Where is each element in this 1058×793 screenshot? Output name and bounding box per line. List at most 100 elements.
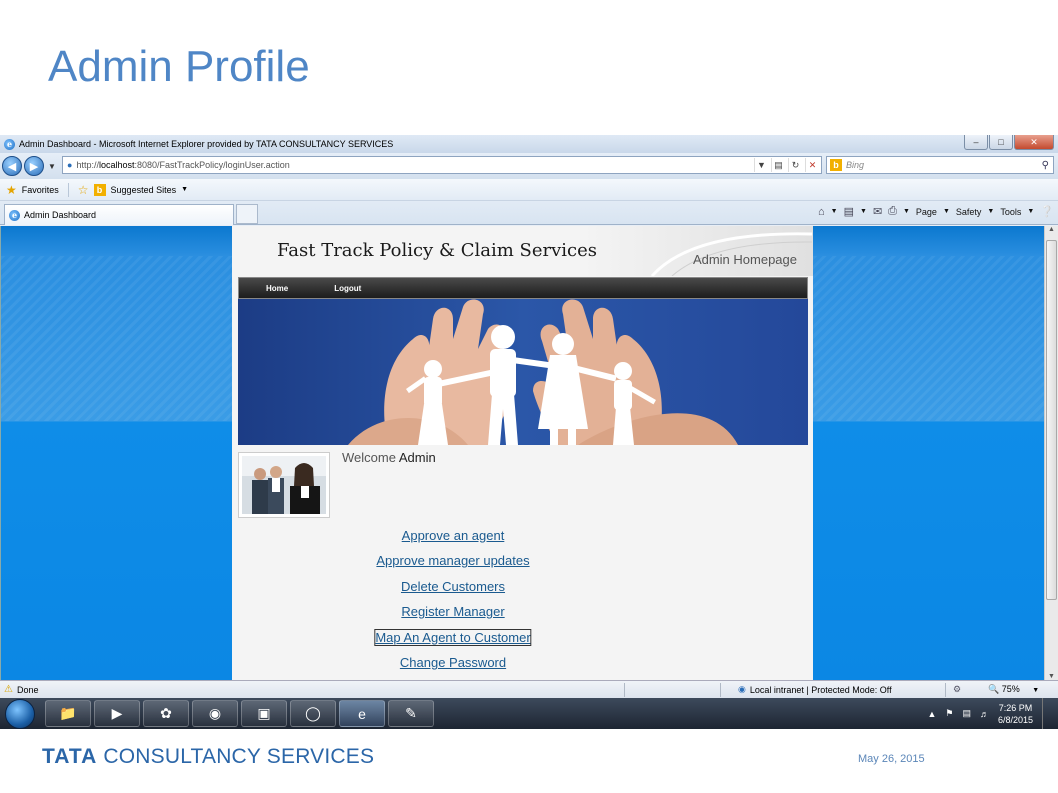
feeds-icon[interactable]: ▤: [844, 205, 854, 218]
admin-avatar: [238, 452, 330, 518]
slide-title: Admin Profile: [48, 42, 310, 91]
security-zone-label: Local intranet | Protected Mode: Off: [749, 684, 892, 695]
header-swoosh: [650, 232, 812, 276]
chevron-down-icon[interactable]: ▼: [181, 186, 188, 193]
chevron-down-icon[interactable]: ▼: [1032, 687, 1039, 694]
clock-time: 7:26 PM: [998, 702, 1033, 713]
page-icon: ●: [67, 160, 73, 170]
page-subtitle: Admin Homepage: [692, 252, 797, 267]
tab-favicon-icon: e: [9, 209, 20, 221]
slide-date: May 26, 2015: [858, 753, 925, 765]
remote-desktop-icon[interactable]: ▣: [241, 700, 287, 727]
chevron-down-icon[interactable]: ▼: [860, 208, 867, 215]
zoom-control[interactable]: 🔍 75% ▼: [988, 684, 1039, 695]
site-brand: Fast Track Policy & Claim Services: [277, 240, 597, 261]
safety-menu[interactable]: Safety: [956, 207, 982, 217]
browser-screenshot: e Admin Dashboard - Microsoft Internet E…: [0, 135, 1058, 729]
tab-label: Admin Dashboard: [24, 210, 97, 220]
divider: [945, 683, 946, 697]
eclipse-icon[interactable]: ◯: [290, 700, 336, 727]
mail-icon[interactable]: ✉: [873, 205, 882, 218]
intranet-icon: ◉: [738, 684, 746, 694]
clock[interactable]: 7:26 PM 6/8/2015: [998, 702, 1033, 726]
compatibility-view-icon[interactable]: ▤: [771, 158, 785, 172]
network-icon[interactable]: ▤: [962, 708, 971, 719]
welcome-prefix: Welcome: [342, 450, 396, 465]
approve-agent-link[interactable]: Approve an agent: [402, 528, 505, 543]
footer-brand-bold: TATA: [42, 745, 98, 768]
welcome-user: Admin: [398, 450, 436, 465]
divider: [67, 182, 69, 197]
address-dropdown-icon[interactable]: ▼: [754, 158, 768, 172]
back-button[interactable]: ◀: [2, 156, 22, 176]
search-placeholder: Bing: [846, 160, 865, 170]
delete-customers-link[interactable]: Delete Customers: [401, 579, 505, 594]
paint-icon[interactable]: ✿: [143, 700, 189, 727]
tab-strip: e Admin Dashboard ⌂ ▼ ▤ ▼ ✉ ⎙ ▼ Page ▼ S…: [0, 201, 1058, 225]
chrome-icon[interactable]: ◉: [192, 700, 238, 727]
refresh-icon[interactable]: ↻: [788, 158, 802, 172]
window-title: Admin Dashboard - Microsoft Internet Exp…: [19, 139, 394, 149]
status-text: Done: [16, 684, 39, 695]
page-menu[interactable]: Page: [916, 207, 937, 217]
zoom-icon: 🔍: [988, 684, 1000, 694]
chevron-down-icon[interactable]: ▼: [943, 208, 950, 215]
internet-explorer-taskbar-icon[interactable]: e: [339, 700, 385, 727]
start-button[interactable]: [5, 698, 35, 729]
minimize-button[interactable]: –: [964, 135, 988, 150]
add-favorite-icon[interactable]: ☆: [78, 183, 89, 197]
web-page: Fast Track Policy & Claim Services Admin…: [232, 226, 813, 680]
command-bar: ⌂ ▼ ▤ ▼ ✉ ⎙ ▼ Page ▼ Safety ▼ Tools ▼ ❔: [818, 205, 1054, 218]
vertical-scrollbar[interactable]: ▲ ▼: [1044, 226, 1058, 680]
explorer-icon[interactable]: 📁: [45, 700, 91, 727]
tools-menu[interactable]: Tools: [1000, 207, 1021, 217]
suggested-sites-link[interactable]: Suggested Sites: [111, 185, 177, 195]
page-header: Fast Track Policy & Claim Services Admin…: [232, 226, 813, 276]
map-agent-to-customer-link[interactable]: Map An Agent to Customer: [374, 629, 532, 646]
address-bar[interactable]: ● http://localhost:8080/FastTrackPolicy/…: [62, 156, 822, 174]
tray-expand-icon[interactable]: ▲: [927, 709, 936, 719]
action-center-flag-icon[interactable]: ⚑: [945, 708, 953, 719]
history-dropdown-icon[interactable]: ▼: [48, 162, 56, 171]
tool-icon[interactable]: ✎: [388, 700, 434, 727]
scroll-down-icon[interactable]: ▼: [1045, 673, 1058, 680]
register-manager-link[interactable]: Register Manager: [401, 604, 504, 619]
approve-manager-updates-link[interactable]: Approve manager updates: [376, 553, 529, 568]
security-zone[interactable]: ◉ Local intranet | Protected Mode: Off: [738, 684, 892, 695]
stop-icon[interactable]: ✕: [805, 158, 819, 172]
chevron-down-icon[interactable]: ▼: [987, 208, 994, 215]
chevron-down-icon[interactable]: ▼: [831, 208, 838, 215]
divider: [720, 683, 721, 697]
address-toolbar: ◀ ▶ ▼ ● http://localhost:8080/FastTrackP…: [0, 153, 1058, 179]
nav-logout[interactable]: Logout: [334, 284, 361, 293]
favorites-button[interactable]: Favorites: [22, 185, 59, 195]
chevron-down-icon[interactable]: ▼: [903, 208, 910, 215]
maximize-button[interactable]: □: [989, 135, 1013, 150]
home-icon[interactable]: ⌂: [818, 206, 825, 218]
show-desktop-button[interactable]: [1042, 698, 1052, 729]
media-player-icon[interactable]: ▶: [94, 700, 140, 727]
new-tab-button[interactable]: [236, 204, 258, 224]
forward-button[interactable]: ▶: [24, 156, 44, 176]
site-nav: Home Logout: [238, 277, 808, 299]
scroll-up-icon[interactable]: ▲: [1045, 226, 1058, 233]
chevron-down-icon[interactable]: ▼: [1027, 208, 1034, 215]
close-button[interactable]: ✕: [1014, 135, 1054, 150]
protected-mode-icon[interactable]: ⚙: [953, 684, 961, 695]
scroll-thumb[interactable]: [1046, 240, 1057, 600]
help-icon[interactable]: ❔: [1040, 205, 1054, 218]
print-icon[interactable]: ⎙: [888, 205, 897, 218]
nav-home[interactable]: Home: [266, 284, 288, 293]
search-input[interactable]: b Bing ⚲: [826, 156, 1054, 174]
window-controls: – □ ✕: [964, 135, 1054, 150]
tab-admin-dashboard[interactable]: e Admin Dashboard: [4, 204, 234, 225]
search-icon[interactable]: ⚲: [1042, 160, 1049, 171]
clock-date: 6/8/2015: [997, 714, 1033, 725]
bing-icon: b: [830, 159, 842, 171]
welcome-message: Welcome Admin: [342, 450, 436, 465]
volume-icon[interactable]: ♬: [980, 709, 989, 719]
favorites-star-icon: ★: [6, 182, 17, 197]
family-banner-image: [238, 299, 808, 445]
zoom-level: 75%: [1001, 684, 1020, 694]
change-password-link[interactable]: Change Password: [400, 655, 506, 670]
